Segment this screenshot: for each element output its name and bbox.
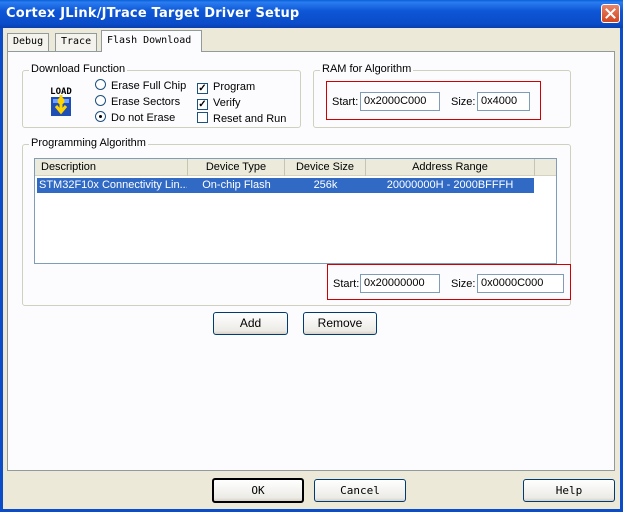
window-title: Cortex JLink/JTrace Target Driver Setup xyxy=(6,6,300,21)
tab-debug-label: Debug xyxy=(13,36,44,47)
program-label: Program xyxy=(213,81,256,93)
close-icon xyxy=(605,8,616,19)
algorithm-size-label: Size: xyxy=(451,278,476,290)
table-row[interactable]: STM32F10x Connectivity Lin... On-chip Fl… xyxy=(37,178,534,193)
verify-check-icon: ✓ xyxy=(197,99,208,110)
ram-size-input[interactable]: 0x4000 xyxy=(477,92,530,111)
column-description[interactable]: Description xyxy=(35,159,188,176)
algorithm-start-label: Start: xyxy=(333,278,360,290)
close-button[interactable] xyxy=(601,4,620,23)
remove-button[interactable]: Remove xyxy=(303,312,377,335)
erase-full-chip-label: Erase Full Chip xyxy=(111,80,187,92)
row-device-type: On-chip Flash xyxy=(202,179,271,191)
load-icon: LOAD xyxy=(45,85,77,117)
tab-flash-download[interactable]: Flash Download xyxy=(101,30,202,52)
ram-size-label: Size: xyxy=(451,96,476,108)
help-button[interactable]: Help xyxy=(523,479,615,502)
column-device-size[interactable]: Device Size xyxy=(285,159,366,176)
title-bar[interactable]: Cortex JLink/JTrace Target Driver Setup xyxy=(0,0,623,28)
verify-checkbox[interactable]: ✓ Verify xyxy=(197,96,241,110)
do-not-erase-radio-dot xyxy=(95,111,106,122)
tab-trace-label: Trace xyxy=(61,36,92,47)
tab-flash-download-label: Flash Download xyxy=(107,35,192,46)
erase-sectors-radio[interactable]: Erase Sectors xyxy=(95,95,180,109)
column-device-type[interactable]: Device Type xyxy=(188,159,285,176)
ram-start-input[interactable]: 0x2000C000 xyxy=(360,92,440,111)
tab-trace[interactable]: Trace xyxy=(55,33,98,51)
verify-label: Verify xyxy=(213,97,241,109)
ram-start-label: Start: xyxy=(332,96,359,108)
program-checkbox[interactable]: ✓ Program xyxy=(197,80,255,94)
reset-and-run-check-icon xyxy=(197,112,208,123)
algorithm-list-header: Description Device Type Device Size Addr… xyxy=(35,159,556,176)
ram-for-algorithm-label: RAM for Algorithm xyxy=(320,63,414,75)
erase-full-chip-radio[interactable]: Erase Full Chip xyxy=(95,79,186,93)
row-address-range: 20000000H - 2000BFFFH xyxy=(386,179,514,191)
row-device-size: 256k xyxy=(313,179,338,191)
programming-algorithm-label: Programming Algorithm xyxy=(29,137,148,149)
cancel-button[interactable]: Cancel xyxy=(314,479,406,502)
algorithm-start-input[interactable]: 0x20000000 xyxy=(360,274,440,293)
column-address-range[interactable]: Address Range xyxy=(366,159,535,176)
download-function-label: Download Function xyxy=(29,63,128,75)
column-filler xyxy=(535,159,556,176)
reset-and-run-checkbox[interactable]: Reset and Run xyxy=(197,112,286,126)
do-not-erase-radio[interactable]: Do not Erase xyxy=(95,111,175,125)
tab-debug[interactable]: Debug xyxy=(7,33,50,51)
algorithm-size-input[interactable]: 0x0000C000 xyxy=(477,274,564,293)
erase-sectors-label: Erase Sectors xyxy=(111,96,181,108)
reset-and-run-label: Reset and Run xyxy=(213,113,287,125)
row-description: STM32F10x Connectivity Lin... xyxy=(39,179,187,191)
add-button[interactable]: Add xyxy=(213,312,288,335)
window-frame-left xyxy=(0,28,3,512)
do-not-erase-label: Do not Erase xyxy=(111,112,176,124)
algorithm-list[interactable]: Description Device Type Device Size Addr… xyxy=(34,158,557,264)
ok-button[interactable]: OK xyxy=(212,478,304,503)
erase-full-chip-radio-dot xyxy=(95,79,106,90)
program-check-icon: ✓ xyxy=(197,83,208,94)
erase-sectors-radio-dot xyxy=(95,95,106,106)
